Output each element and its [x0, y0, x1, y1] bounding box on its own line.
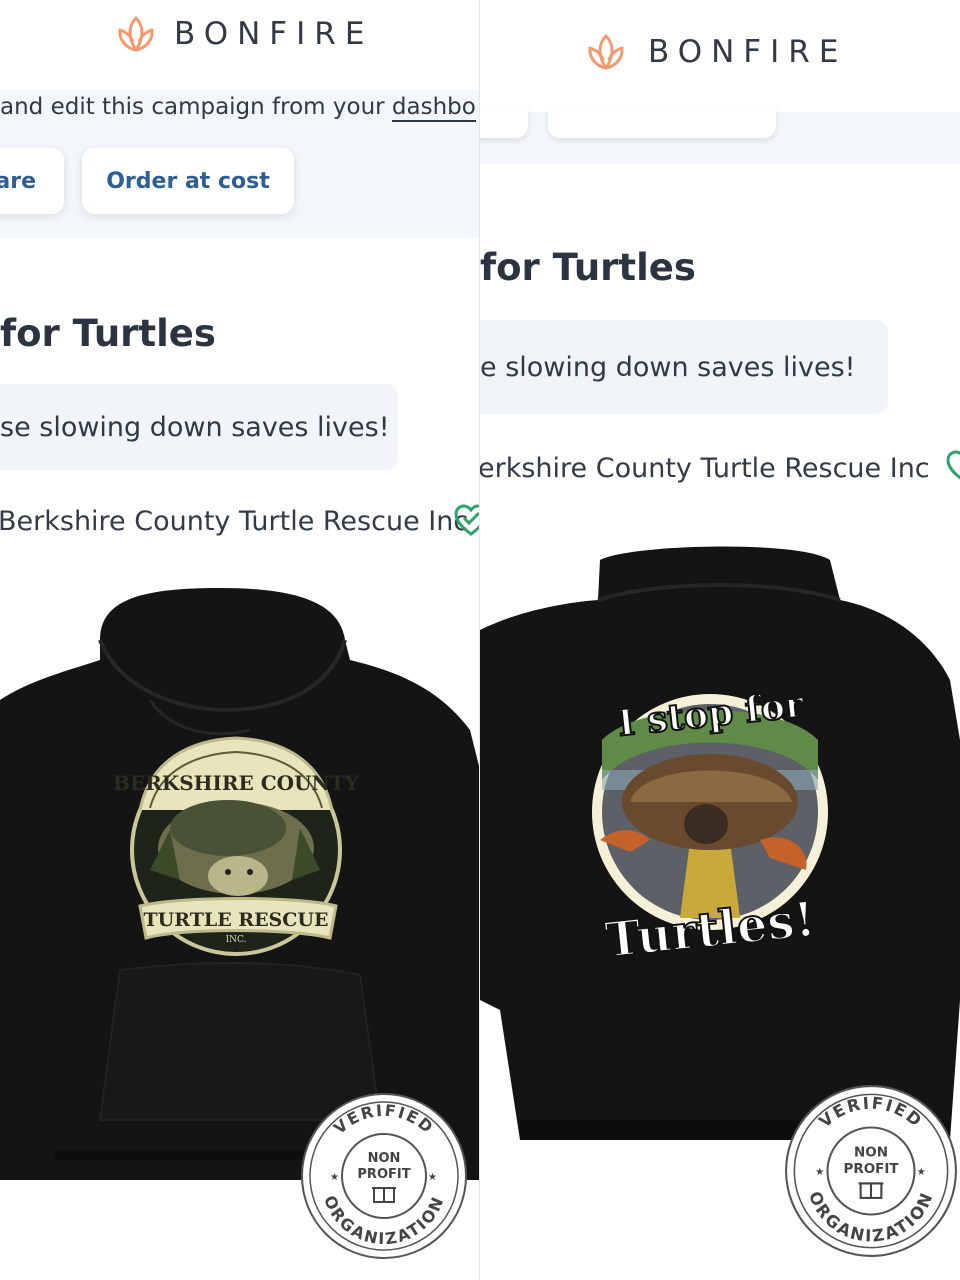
dashboard-link[interactable]: dashbo	[391, 94, 476, 122]
brand-name-right: BONFIRE	[648, 34, 848, 70]
organization-name[interactable]: Berkshire County Turtle Rescue Inc	[0, 506, 468, 537]
left-screenshot: BONFIRE and edit this campaign from your…	[0, 0, 480, 1280]
order-at-cost-button[interactable]: Order at cost	[82, 148, 294, 214]
organization-name-right[interactable]: erkshire County Turtle Rescue Inc	[480, 453, 930, 484]
flame-petal-icon	[588, 34, 624, 70]
share-button[interactable]: are	[0, 148, 64, 214]
flame-petal-icon	[118, 16, 154, 52]
order-at-cost-button-edge[interactable]	[548, 106, 776, 138]
seal-line1: NON	[368, 1151, 401, 1166]
hoodie-back-image[interactable]: I stop for Turtles!	[480, 540, 960, 1160]
campaign-description: se slowing down saves lives!	[0, 384, 398, 470]
graphic-small-text: INC.	[226, 935, 247, 945]
campaign-description-right: e slowing down saves lives!	[480, 320, 888, 414]
banner-text: and edit this campaign from your dashbo	[0, 94, 476, 122]
svg-text:★: ★	[428, 1172, 437, 1183]
verified-nonprofit-seal-right: VERIFIED ORGANIZATION NON PROFIT ★ ★	[785, 1085, 957, 1257]
svg-text:★: ★	[815, 1166, 824, 1178]
campaign-title-right: for Turtles	[480, 246, 696, 289]
heart-check-icon	[946, 450, 960, 480]
right-screenshot: BONFIRE for Turtles e slowing down saves…	[480, 0, 960, 1280]
seal-line2-right: PROFIT	[843, 1162, 899, 1177]
seal-line1-right: NON	[854, 1146, 888, 1161]
campaign-title: ​for Turtles	[0, 312, 216, 355]
svg-text:★: ★	[917, 1166, 926, 1178]
brand-header-right[interactable]: BONFIRE	[584, 30, 847, 74]
brand-header[interactable]: BONFIRE	[114, 12, 373, 56]
share-button-edge[interactable]	[480, 106, 528, 138]
heart-check-icon	[454, 504, 480, 536]
verified-nonprofit-seal: VERIFIED ORGANIZATION NON PROFIT ★ ★	[301, 1093, 467, 1259]
svg-text:★: ★	[330, 1172, 339, 1183]
graphic-ribbon-text: TURTLE RESCUE	[144, 909, 329, 931]
graphic-top-text: BERKSHIRE COUNTY	[113, 771, 360, 795]
seal-line2: PROFIT	[357, 1167, 410, 1182]
hoodie-front-image[interactable]: BERKSHIRE COUNTY TURTLE RESCUE INC.	[0, 580, 480, 1180]
brand-name: BONFIRE	[174, 16, 374, 52]
